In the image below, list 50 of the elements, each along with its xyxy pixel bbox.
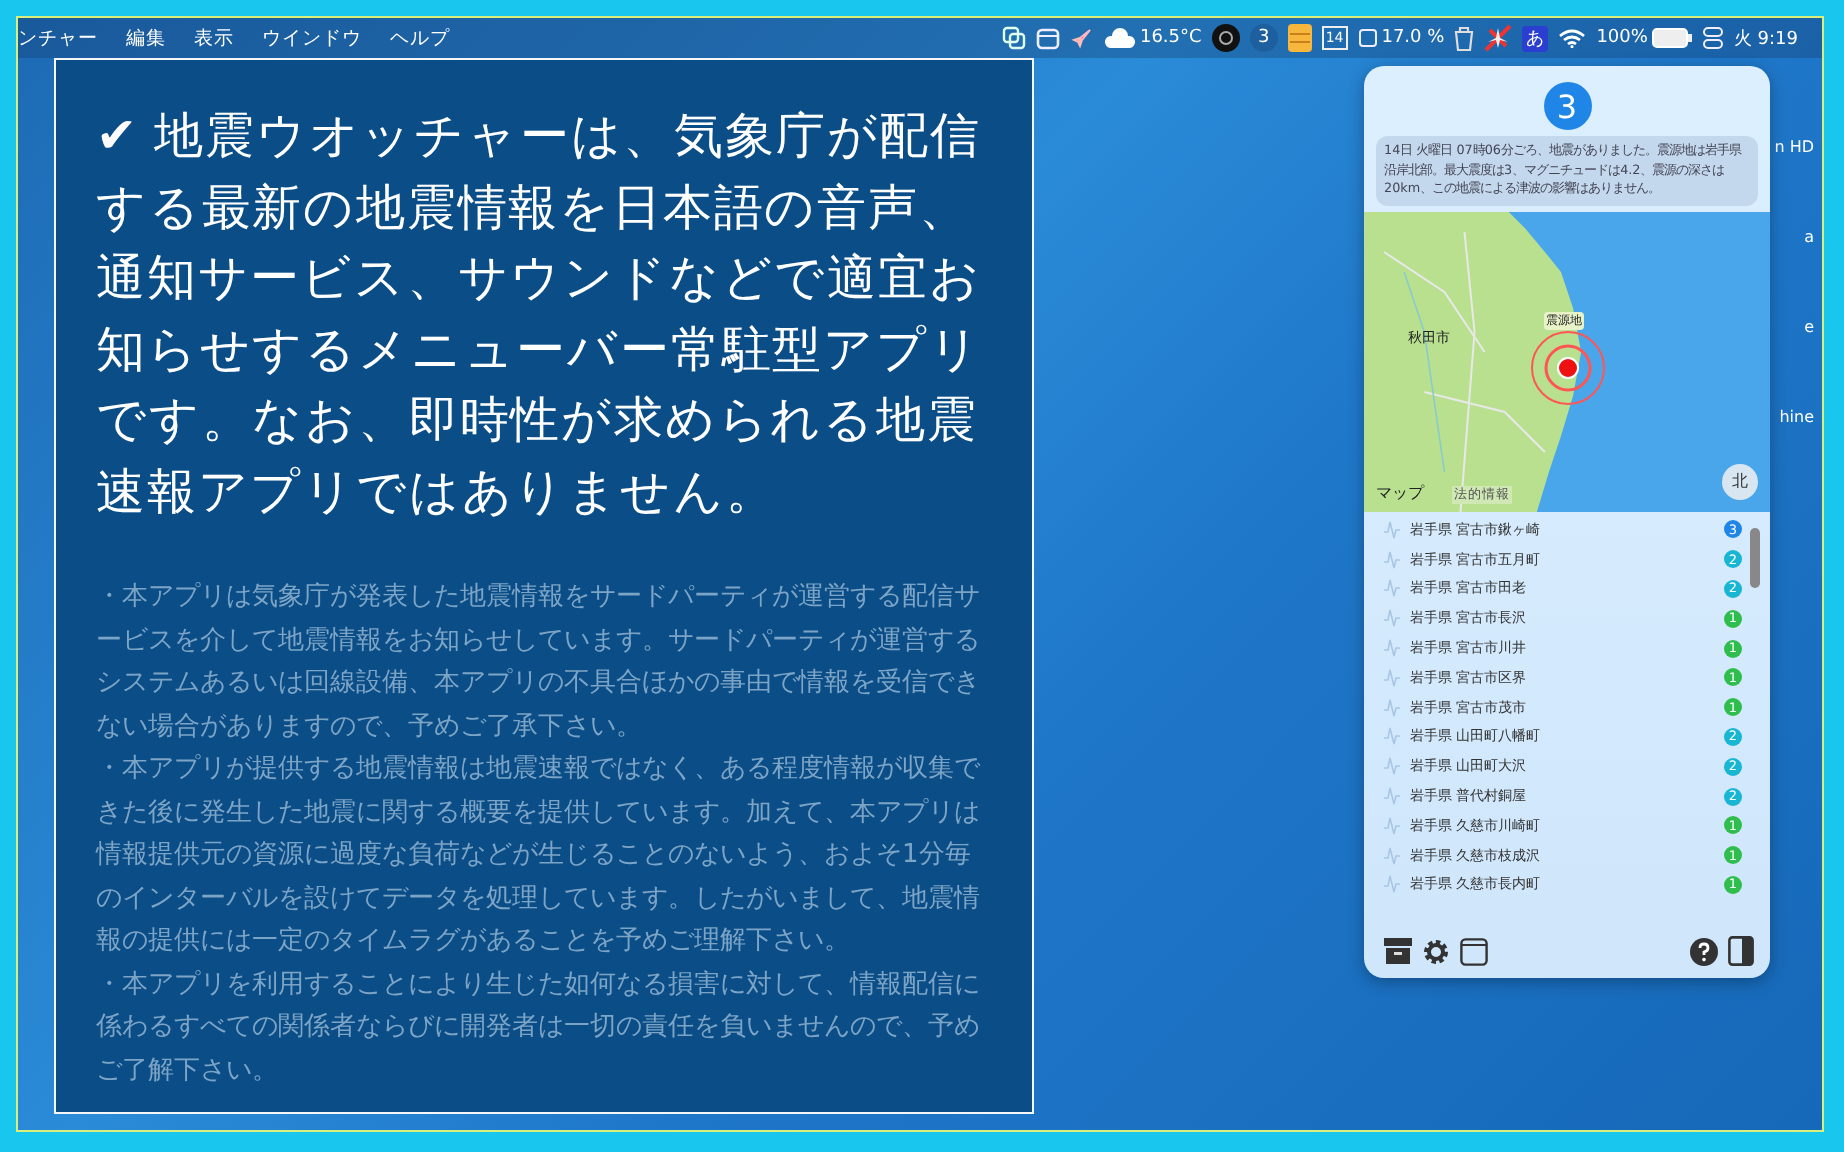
notice-paragraph: ・本アプリが提供する地震情報は地震速報ではなく、ある程度情報が収集できた後に発生した地震に関する概要を提供しています。加えて、本アプリは情報提供元の資源に過度な負荷などが生じることのないよう、およそ1分毎のインターバルを設けてデータを処理しています。したがいまして、地震情報の提供には一定のタイムラグがあることを予めご理解下さい。 — [96, 752, 983, 960]
wave-icon — [1384, 578, 1400, 599]
menu-item[interactable]: 編集 — [126, 25, 166, 51]
help-icon[interactable] — [1690, 937, 1718, 965]
max-intensity-badge: 3 — [1543, 82, 1591, 130]
wifi-icon[interactable] — [1558, 28, 1587, 48]
desktop-icon-label[interactable]: hine — [1779, 408, 1814, 426]
maps-attribution: マップ — [1376, 481, 1424, 503]
wave-icon — [1384, 845, 1400, 866]
input-method-indicator[interactable]: あ — [1522, 25, 1549, 51]
wave-icon — [1384, 549, 1400, 570]
wave-icon — [1384, 815, 1400, 836]
wave-icon — [1384, 786, 1400, 807]
window-icon[interactable] — [1460, 937, 1488, 965]
battery-status[interactable]: 100% — [1596, 28, 1692, 48]
notice-paragraph: ・本アプリは気象庁が発表した地震情報をサードパーティが運営する配信サービスを介して地震情報をお知らせしています。サードパーティが運営するシステムあるいは回線設備、本アプリの不具合ほかの事由で情報を受信できない場合がありますので、予めご了承下さい。 — [96, 580, 982, 745]
notes-icon[interactable] — [1287, 24, 1312, 52]
wave-icon — [1384, 638, 1400, 659]
wave-icon — [1384, 519, 1400, 540]
copy-icon[interactable] — [1001, 26, 1026, 50]
cpu-status[interactable]: 17.0 % — [1357, 28, 1445, 48]
desktop-icon-label[interactable]: e — [1804, 318, 1814, 336]
control-center-icon[interactable] — [1701, 26, 1724, 50]
wave-icon — [1384, 756, 1400, 777]
wave-icon — [1384, 608, 1400, 629]
menu-item[interactable]: ウインドウ — [262, 25, 362, 51]
sidebar-icon[interactable] — [1728, 936, 1754, 966]
intensity-badge[interactable]: 3 — [1249, 24, 1278, 52]
wave-icon — [1384, 667, 1400, 688]
menu-item[interactable]: 表示 — [194, 25, 234, 51]
epicenter-marker-icon — [1528, 327, 1608, 407]
archive-icon[interactable] — [1384, 938, 1412, 964]
menu-item[interactable]: ンチャー — [18, 25, 98, 51]
wave-icon — [1384, 874, 1400, 895]
clock[interactable]: 火 9:19 — [1733, 25, 1798, 51]
settings-icon[interactable] — [1422, 937, 1450, 965]
cloud-icon — [1103, 28, 1136, 48]
notice-paragraph: ・本アプリを利用することにより生じた如何なる損害に対して、情報配信に係わるすべての関係者ならびに開発者は一切の責任を負いませんので、予めご了解下さい。 — [96, 967, 982, 1089]
weather-status[interactable]: 16.5°C — [1103, 28, 1202, 48]
airplane-icon[interactable] — [1484, 24, 1513, 52]
menu-item[interactable]: ヘルプ — [390, 25, 450, 51]
desktop-icon-label[interactable]: a — [1804, 228, 1814, 246]
desktop-icon-label[interactable]: n HD — [1774, 138, 1814, 156]
chip-icon — [1357, 28, 1378, 48]
dark-circle-icon[interactable] — [1211, 24, 1240, 52]
wave-icon — [1384, 697, 1400, 718]
headline: ✔ 地震ウオッチャーは、気象庁が配信する最新の地震情報を日本語の音声、通知サービス、サウンドなどで適宜お知らせするメニューバー常駐型アプリです。なお、即時性が求められる地震速報アプリではありません。 — [96, 104, 984, 523]
wave-icon — [1384, 726, 1400, 747]
battery-icon — [1651, 28, 1692, 48]
trash-icon[interactable] — [1454, 25, 1475, 51]
